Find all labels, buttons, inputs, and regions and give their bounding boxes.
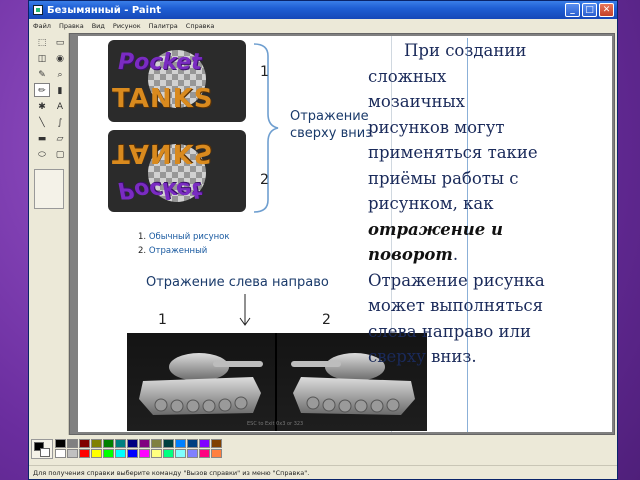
color-swatch[interactable]	[79, 449, 90, 458]
color-swatch[interactable]	[187, 449, 198, 458]
eraser-icon[interactable]: ◫	[34, 51, 50, 65]
body-bold-reflection: отражение	[368, 219, 486, 239]
tank-number-2: 2	[322, 312, 331, 328]
line-icon[interactable]: ╲	[34, 115, 50, 129]
window-title: Безымянный - Paint	[47, 4, 161, 16]
fill-icon[interactable]: ◉	[52, 51, 68, 65]
rectangle-icon[interactable]: ▬	[34, 131, 50, 145]
color-swatch[interactable]	[115, 439, 126, 448]
color-swatch[interactable]	[139, 439, 150, 448]
background-color	[40, 448, 50, 457]
tanks-divider	[275, 333, 277, 431]
color-palette	[31, 437, 617, 463]
magnifier-icon[interactable]: ⌕	[52, 67, 68, 81]
paint-app-icon	[33, 5, 43, 15]
menu-edit[interactable]: Правка	[59, 22, 84, 30]
color-swatch[interactable]	[67, 439, 78, 448]
logo-text-tanks: TANKS	[112, 84, 214, 114]
menu-view[interactable]: Вид	[92, 22, 105, 30]
list-item: 1. Обычный рисунок	[138, 232, 230, 242]
color-swatch[interactable]	[211, 449, 222, 458]
menu-file[interactable]: Файл	[33, 22, 51, 30]
tank-graphic	[139, 353, 263, 415]
rounded-rect-icon[interactable]: ▢	[52, 147, 68, 161]
color-swatch[interactable]	[163, 439, 174, 448]
slide-body-text: При создании сложных мозаичных рисунков …	[368, 38, 546, 370]
logo-text-pocket-flipped: Pocket	[118, 177, 202, 202]
color-swatch[interactable]	[187, 439, 198, 448]
down-arrow-icon	[239, 294, 251, 326]
color-swatch[interactable]	[139, 449, 150, 458]
color-swatch[interactable]	[67, 449, 78, 458]
color-swatch[interactable]	[79, 439, 90, 448]
pocket-tanks-logo-flipped: Pocket TANKS	[108, 130, 246, 212]
color-swatch[interactable]	[91, 449, 102, 458]
body-bold-and: и	[485, 219, 504, 239]
tank-caption: ESC to Exit 0x3 or 323	[247, 421, 304, 427]
menu-image[interactable]: Рисунок	[113, 22, 141, 30]
free-select-icon[interactable]: ⬚	[34, 35, 50, 49]
color-swatch[interactable]	[199, 439, 210, 448]
color-swatch[interactable]	[175, 439, 186, 448]
label-number-2: 2	[260, 172, 269, 188]
label-vertical-flip: Отражение сверху вниз	[290, 109, 373, 141]
color-swatch[interactable]	[127, 439, 138, 448]
body-text-part1: При создании сложных мозаичных рисунков …	[368, 41, 538, 213]
logo-text-pocket: Pocket	[118, 50, 202, 75]
rect-select-icon[interactable]: ▭	[52, 35, 68, 49]
picker-icon[interactable]: ✎	[34, 67, 50, 81]
status-bar: Для получения справки выберите команду "…	[29, 465, 617, 480]
title-bar[interactable]: Безымянный - Paint _ □ ✕	[29, 1, 617, 19]
color-swatch[interactable]	[151, 439, 162, 448]
brush-icon[interactable]: ▮	[52, 83, 68, 97]
body-bold-rotation: поворот	[368, 245, 453, 264]
logo-text-tanks-flipped: TANKS	[112, 138, 214, 168]
color-swatch[interactable]	[175, 449, 186, 458]
airbrush-icon[interactable]: ✱	[34, 99, 50, 113]
pocket-tanks-logo: Pocket TANKS	[108, 40, 246, 122]
maximize-button[interactable]: □	[582, 3, 597, 17]
caption-list: 1. Обычный рисунок 2. Отраженный	[138, 230, 230, 258]
close-button[interactable]: ✕	[599, 3, 614, 17]
toolbox: ⬚ ▭ ◫ ◉ ✎ ⌕ ✏ ▮ ✱ A ╲ ∫ ▬ ▱ ⬭ ▢	[31, 33, 69, 435]
color-swatch[interactable]	[115, 449, 126, 458]
color-swatch[interactable]	[151, 449, 162, 458]
color-swatch[interactable]	[127, 449, 138, 458]
color-swatch[interactable]	[163, 449, 174, 458]
tank-number-1: 1	[158, 312, 167, 328]
menu-help[interactable]: Справка	[186, 22, 215, 30]
color-swatch[interactable]	[199, 449, 210, 458]
label-number-1: 1	[260, 64, 269, 80]
text-icon[interactable]: A	[52, 99, 68, 113]
color-swatch[interactable]	[55, 449, 66, 458]
current-colors-indicator[interactable]	[31, 439, 53, 459]
color-swatch[interactable]	[211, 439, 222, 448]
list-item: 2. Отраженный	[138, 246, 208, 256]
polygon-icon[interactable]: ▱	[52, 131, 68, 145]
color-swatch[interactable]	[103, 449, 114, 458]
label-horizontal-flip: Отражение слева направо	[146, 275, 329, 290]
curve-icon[interactable]: ∫	[52, 115, 68, 129]
color-swatch[interactable]	[103, 439, 114, 448]
ellipse-icon[interactable]: ⬭	[34, 147, 50, 161]
color-swatch[interactable]	[91, 439, 102, 448]
color-swatch[interactable]	[55, 439, 66, 448]
pencil-icon[interactable]: ✏	[34, 83, 50, 97]
tool-options-box[interactable]	[34, 169, 64, 209]
menu-bar: Файл Правка Вид Рисунок Палитра Справка	[29, 19, 617, 32]
minimize-button[interactable]: _	[565, 3, 580, 17]
menu-colors[interactable]: Палитра	[149, 22, 178, 30]
